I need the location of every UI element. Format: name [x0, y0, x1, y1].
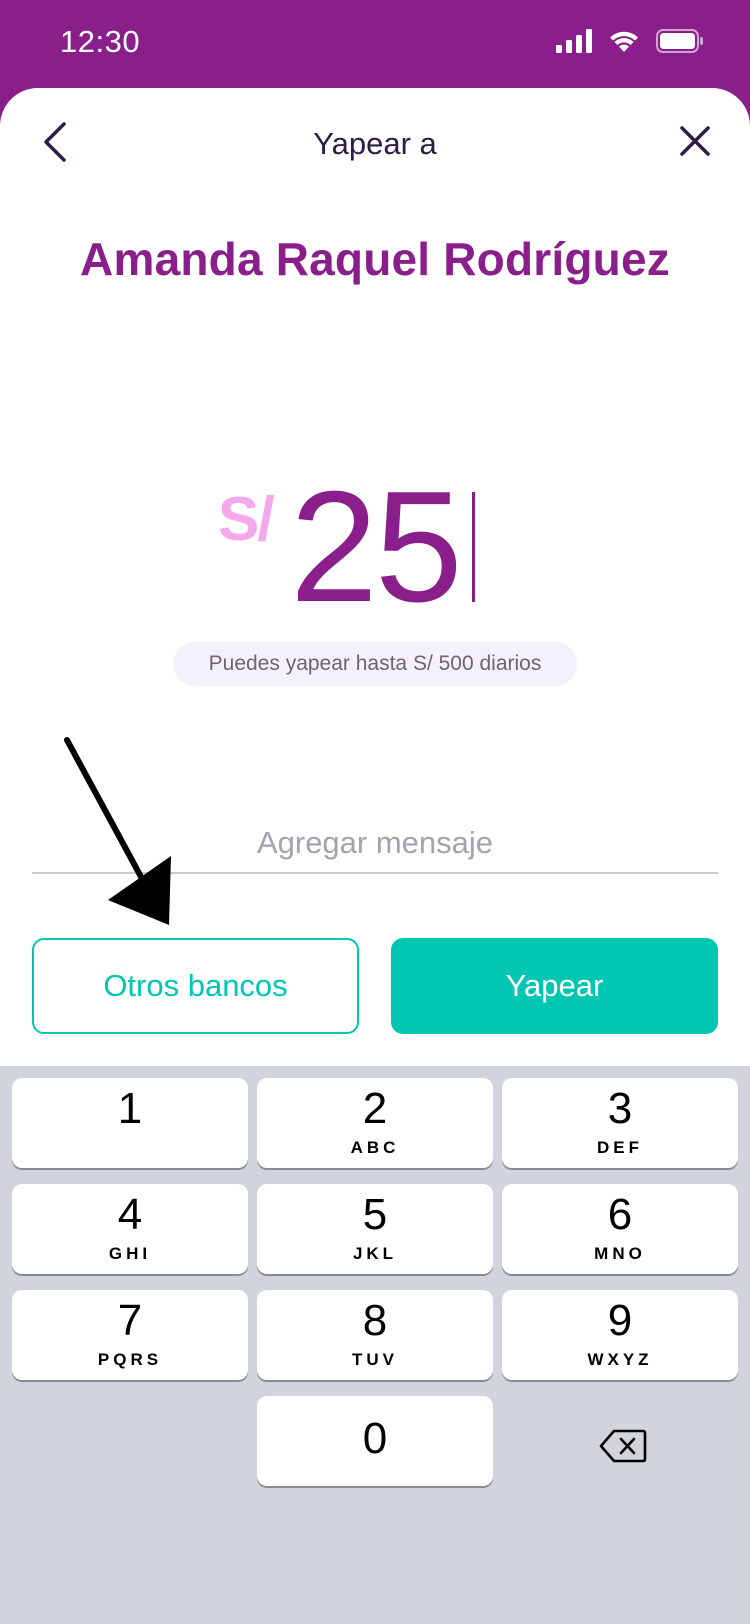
header: Yapear a	[0, 88, 750, 198]
key-digit: 0	[362, 1414, 388, 1463]
key-1[interactable]: 1	[12, 1078, 248, 1168]
key-letters: PQRS	[97, 1350, 163, 1369]
recipient-name: Amanda Raquel Rodríguez	[80, 233, 670, 285]
key-digit: 2	[362, 1084, 388, 1133]
key-2[interactable]: 2 ABC	[257, 1078, 493, 1168]
key-digit: 6	[607, 1190, 633, 1239]
close-button[interactable]	[670, 116, 720, 166]
daily-limit-chip: Puedes yapear hasta S/ 500 diarios	[173, 642, 577, 686]
key-letters: JKL	[352, 1244, 398, 1263]
key-digit: 1	[117, 1084, 143, 1133]
backspace-button[interactable]	[595, 1426, 651, 1466]
amount-value: 25	[290, 459, 463, 635]
message-input[interactable]	[32, 814, 718, 874]
key-0[interactable]: 0	[257, 1396, 493, 1486]
status-bar: 12:30	[0, 0, 750, 88]
key-3[interactable]: 3 DEF	[502, 1078, 738, 1168]
key-6[interactable]: 6 MNO	[502, 1184, 738, 1274]
yapear-button[interactable]: Yapear	[391, 938, 718, 1034]
key-letters: MNO	[594, 1244, 646, 1263]
key-digit: 5	[362, 1190, 388, 1239]
status-icons	[556, 29, 704, 53]
key-9[interactable]: 9 WXYZ	[502, 1290, 738, 1380]
key-digit: 8	[362, 1296, 388, 1345]
currency-symbol: S/	[218, 485, 275, 554]
key-letters: TUV	[352, 1350, 398, 1369]
numeric-keypad: 1 2 ABC 3 DEF 4 GHI 5 JKL 6 MNO 7 PQRS 8…	[0, 1066, 750, 1624]
key-8[interactable]: 8 TUV	[257, 1290, 493, 1380]
key-digit: 9	[607, 1296, 633, 1345]
key-letters: ABC	[350, 1138, 400, 1157]
close-icon	[680, 126, 710, 156]
key-letters: GHI	[108, 1244, 152, 1263]
key-7[interactable]: 7 PQRS	[12, 1290, 248, 1380]
key-letters: WXYZ	[587, 1350, 653, 1369]
key-digit: 3	[607, 1084, 633, 1133]
signal-icon	[556, 29, 592, 53]
key-5[interactable]: 5 JKL	[257, 1184, 493, 1274]
key-4[interactable]: 4 GHI	[12, 1184, 248, 1274]
text-caret	[472, 492, 475, 602]
other-banks-button[interactable]: Otros bancos	[32, 938, 359, 1034]
wifi-icon	[610, 31, 638, 52]
battery-icon	[656, 29, 703, 53]
key-letters: DEF	[597, 1138, 643, 1157]
header-title: Yapear a	[313, 126, 437, 161]
amount-display[interactable]: S/ 25	[0, 468, 750, 626]
backspace-icon	[599, 1429, 647, 1463]
key-digit: 7	[117, 1296, 143, 1345]
key-digit: 4	[117, 1190, 143, 1239]
status-time: 12:30	[60, 24, 141, 59]
